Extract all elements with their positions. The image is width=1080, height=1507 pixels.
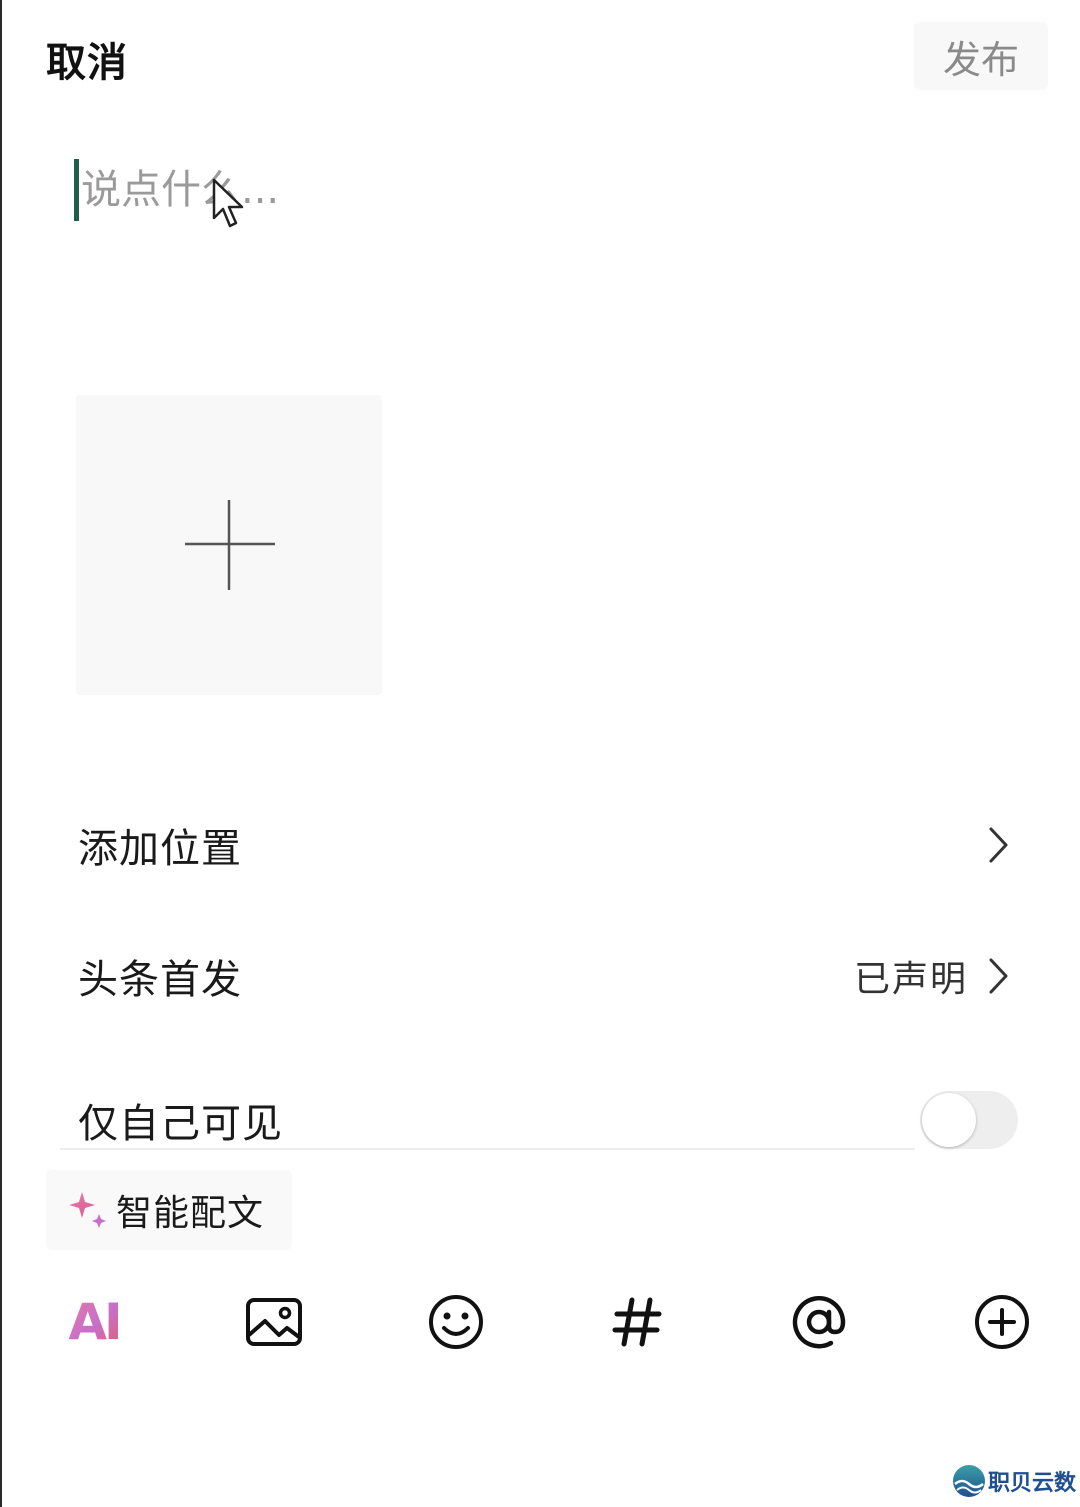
ai-label: AI <box>68 1293 122 1351</box>
plus-circle-icon <box>975 1295 1029 1349</box>
toggle-knob <box>922 1093 976 1147</box>
compose-post-screen: 取消 发布 添加位置 头条首发 已声明 仅自己可见 <box>0 0 1080 1507</box>
add-media-button[interactable] <box>76 395 382 695</box>
first-publish-label: 头条首发 <box>78 957 242 1003</box>
compose-area[interactable] <box>74 155 974 225</box>
hashtag-icon <box>612 1297 662 1347</box>
smart-caption-label: 智能配文 <box>116 1193 265 1234</box>
ai-button[interactable]: AI <box>62 1290 126 1354</box>
publish-button[interactable]: 发布 <box>914 22 1048 90</box>
chevron-right-icon <box>989 958 1008 994</box>
row-divider <box>60 1148 915 1150</box>
emoji-icon <box>429 1295 483 1349</box>
cancel-button[interactable]: 取消 <box>46 30 128 88</box>
watermark-logo-icon <box>953 1465 985 1497</box>
image-icon <box>246 1298 302 1346</box>
watermark: 职贝云数 <box>952 1464 1076 1498</box>
emoji-button[interactable] <box>424 1290 488 1354</box>
first-publish-value: 已声明 <box>853 959 968 1000</box>
private-visibility-toggle[interactable] <box>920 1091 1018 1149</box>
private-visibility-row: 仅自己可见 <box>78 1090 1018 1150</box>
more-button[interactable] <box>970 1290 1034 1354</box>
text-caret <box>74 159 79 221</box>
mouse-pointer-icon <box>212 178 244 228</box>
first-publish-status: 已声明 <box>854 950 1018 1002</box>
image-button[interactable] <box>242 1290 306 1354</box>
first-publish-row[interactable]: 头条首发 已声明 <box>78 946 1018 1006</box>
mention-button[interactable] <box>787 1290 851 1354</box>
hashtag-button[interactable] <box>605 1290 669 1354</box>
plus-icon <box>185 500 275 590</box>
mention-icon <box>792 1295 846 1349</box>
add-location-row[interactable]: 添加位置 <box>78 815 1018 875</box>
sparkle-icon <box>69 1192 106 1228</box>
chevron-right-icon <box>989 827 1008 863</box>
left-edge-border <box>0 0 2 1507</box>
compose-input[interactable] <box>81 167 941 213</box>
smart-caption-button[interactable]: 智能配文 <box>46 1170 292 1250</box>
add-location-label: 添加位置 <box>78 826 242 872</box>
watermark-text: 职贝云数 <box>988 1471 1077 1496</box>
private-visibility-label: 仅自己可见 <box>78 1101 283 1147</box>
